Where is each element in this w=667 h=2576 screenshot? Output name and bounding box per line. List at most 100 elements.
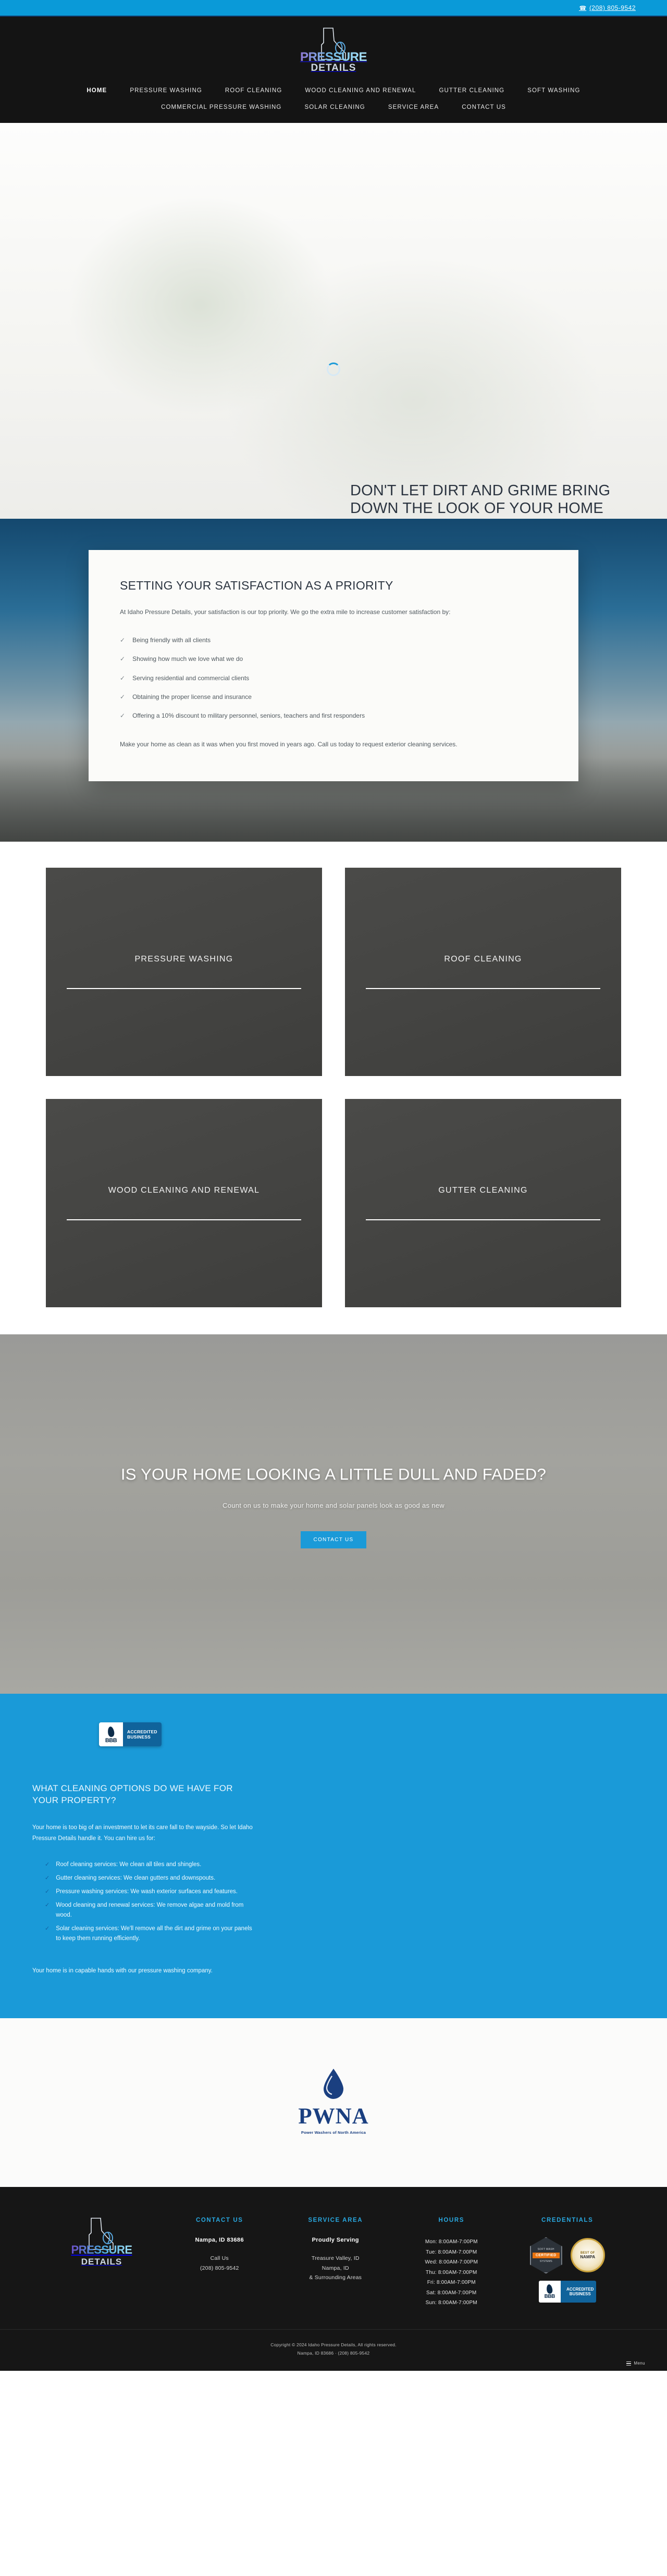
nav-item-service-area[interactable]: SERVICE AREA: [377, 99, 450, 116]
service-card-label: WOOD CLEANING AND RENEWAL: [108, 1186, 260, 1195]
service-card-roof-cleaning[interactable]: ROOF CLEANING: [345, 868, 621, 1076]
nav-item-contact-us[interactable]: CONTACT US: [450, 99, 517, 116]
footer-columns: PRESSURE DETAILS CONTACT US Nampa, ID 83…: [42, 2217, 625, 2329]
bbb-letters: BBB: [105, 1737, 117, 1744]
footer-location-line: Nampa, ID 83686 · (208) 805-9542: [297, 2350, 370, 2356]
pwna-wordmark: PWNA: [298, 2104, 369, 2129]
phone-icon: ☎: [578, 5, 586, 11]
bbb-accredited-business-badge[interactable]: BBB ACCREDITED BUSINESS: [538, 2281, 596, 2303]
water-drop-icon: [324, 2069, 343, 2099]
service-card-gutter-cleaning[interactable]: GUTTER CLEANING: [345, 1099, 621, 1307]
list-item: ✓ Being friendly with all clients: [120, 635, 547, 645]
loading-spinner-icon: [327, 362, 340, 376]
certified-badge-band-text: CERTIFIED: [532, 2252, 560, 2258]
nav-item-pressure-washing[interactable]: PRESSURE WASHING: [118, 82, 214, 99]
service-card-rule: [366, 1219, 600, 1220]
list-item: ✓ Gutter cleaning services: We clean gut…: [45, 1873, 256, 1883]
list-item: ✓ Serving residential and commercial cli…: [120, 673, 547, 683]
cta-subtitle: Count on us to make your home and solar …: [223, 1501, 444, 1509]
satisfaction-closing: Make your home as clean as it was when y…: [120, 741, 458, 748]
nav-item-home[interactable]: HOME: [75, 82, 118, 99]
cleaning-options-closing: Your home is in capable hands with our p…: [32, 1968, 213, 1974]
bbb-torch-icon: [546, 2284, 553, 2294]
satisfaction-intro: At Idaho Pressure Details, your satisfac…: [120, 608, 451, 616]
service-card-rule: [67, 1219, 301, 1220]
nav-item-commercial-pressure-washing[interactable]: COMMERCIAL PRESSURE WASHING: [150, 99, 293, 116]
credential-badges: SOFT WASH CERTIFIED SYSTEMS BEST OF NAMP…: [510, 2237, 626, 2303]
nav-item-gutter-cleaning[interactable]: GUTTER CLEANING: [427, 82, 516, 99]
list-item: ✓ Roof cleaning services: We clean all t…: [45, 1860, 256, 1870]
credential-badge-row: SOFT WASH CERTIFIED SYSTEMS BEST OF NAMP…: [529, 2237, 605, 2274]
footer-credentials-heading: CREDENTIALS: [541, 2217, 594, 2224]
cta-contact-us-button[interactable]: CONTACT US: [301, 1531, 366, 1548]
footer-service-area-heading: SERVICE AREA: [308, 2217, 363, 2224]
site-header: PRESSURE DETAILS HOME PRESSURE WASHING R…: [0, 17, 667, 123]
footer-logo[interactable]: PRESSURE DETAILS: [60, 2217, 143, 2267]
footer-proudly-serving-label: Proudly Serving: [312, 2237, 359, 2244]
footer-phone-link[interactable]: (208) 805-9542: [162, 2264, 278, 2273]
bbb-badge-text: ACCREDITED BUSINESS: [560, 2281, 596, 2303]
service-card-wood-cleaning-and-renewal[interactable]: WOOD CLEANING AND RENEWAL: [46, 1099, 322, 1307]
hero-section: DON'T LET DIRT AND GRIME BRING DOWN THE …: [0, 123, 667, 519]
nav-item-solar-cleaning[interactable]: SOLAR CLEANING: [293, 99, 376, 116]
footer-address: Nampa, ID 83686: [195, 2237, 244, 2244]
footer-logo-line-1: PRESSURE: [71, 2243, 132, 2257]
footer-call-label: Call Us: [210, 2255, 229, 2262]
footer-hours-row: Mon: 8:00AM-7:00PM: [425, 2239, 478, 2245]
satisfaction-list: ✓ Being friendly with all clients ✓ Show…: [120, 635, 547, 721]
bbb-badge-line1: ACCREDITED: [566, 2286, 594, 2292]
logo-line-2: DETAILS: [311, 62, 356, 73]
footer-contact-column: CONTACT US Nampa, ID 83686 Call Us (208)…: [162, 2217, 278, 2308]
bbb-badge-line1: ACCREDITED: [127, 1729, 157, 1734]
list-item-label: Solar cleaning services: We'll remove al…: [56, 1925, 252, 1942]
footer-bottom-bar: Copyright © 2024 Idaho Pressure Details,…: [0, 2329, 667, 2371]
bbb-mark: BBB: [538, 2281, 561, 2303]
cleaning-options-section: BBB ACCREDITED BUSINESS WHAT CLEANING OP…: [0, 1694, 667, 2019]
top-bar-phone-link[interactable]: ☎ (208) 805-9542: [579, 4, 636, 11]
cta-title: IS YOUR HOME LOOKING A LITTLE DULL AND F…: [120, 1465, 547, 1483]
nav-item-soft-washing[interactable]: SOFT WASHING: [516, 82, 591, 99]
site-logo-text: PRESSURE DETAILS: [300, 51, 367, 75]
bbb-badge-line2: BUSINESS: [127, 1734, 151, 1740]
footer-service-area-line: & Surrounding Areas: [309, 2274, 362, 2281]
footer-logo-line-2: DETAILS: [81, 2257, 122, 2267]
list-item-label: Pressure washing services: We wash exter…: [56, 1889, 238, 1895]
service-card-rule: [67, 988, 301, 989]
bbb-accredited-business-badge[interactable]: BBB ACCREDITED BUSINESS: [99, 1722, 162, 1746]
footer-menu-button[interactable]: Menu: [626, 2361, 645, 2366]
check-icon: ✓: [45, 1875, 50, 1882]
hero-content: DON'T LET DIRT AND GRIME BRING DOWN THE …: [350, 482, 621, 519]
footer-contact-heading: CONTACT US: [195, 2217, 243, 2224]
footer-hours-row: Sun: 8:00AM-7:00PM: [425, 2300, 477, 2306]
site-footer: PRESSURE DETAILS CONTACT US Nampa, ID 83…: [0, 2187, 667, 2371]
footer-hours-row: Tue: 8:00AM-7:00PM: [426, 2249, 477, 2255]
list-item-label: Wood cleaning and renewal services: We r…: [56, 1902, 244, 1919]
nav-item-wood-cleaning-and-renewal[interactable]: WOOD CLEANING AND RENEWAL: [293, 82, 427, 99]
service-card-rule: [366, 988, 600, 989]
list-item-label: Serving residential and commercial clien…: [132, 674, 250, 682]
cleaning-options-list: ✓ Roof cleaning services: We clean all t…: [45, 1860, 256, 1944]
cleaning-options-title: WHAT CLEANING OPTIONS DO WE HAVE FOR YOU…: [32, 1783, 233, 1805]
check-icon: ✓: [45, 1861, 50, 1868]
nav-item-roof-cleaning[interactable]: ROOF CLEANING: [214, 82, 294, 99]
site-logo[interactable]: PRESSURE DETAILS: [294, 27, 373, 75]
satisfaction-title: SETTING YOUR SATISFACTION AS A PRIORITY: [120, 579, 393, 592]
footer-hours-row: Thu: 8:00AM-7:00PM: [425, 2269, 477, 2275]
list-item: ✓ Obtaining the proper license and insur…: [120, 692, 547, 702]
check-icon: ✓: [45, 1902, 50, 1909]
service-card-label: PRESSURE WASHING: [134, 955, 233, 964]
list-item-label: Gutter cleaning services: We clean gutte…: [56, 1875, 216, 1882]
footer-hours-column: HOURS Mon: 8:00AM-7:00PM Tue: 8:00AM-7:0…: [393, 2217, 510, 2308]
service-card-pressure-washing[interactable]: PRESSURE WASHING: [46, 868, 322, 1076]
certified-badge-bottom-text: SYSTEMS: [539, 2259, 552, 2263]
footer-logo-column: PRESSURE DETAILS: [42, 2217, 162, 2308]
list-item: ✓ Solar cleaning services: We'll remove …: [45, 1924, 256, 1944]
best-of-award-badge: BEST OF NAMPA: [570, 2238, 605, 2273]
bbb-letters: BBB: [544, 2293, 555, 2299]
top-bar-phone-number: (208) 805-9542: [589, 4, 636, 11]
hamburger-menu-icon: [626, 2361, 632, 2366]
footer-service-area-column: SERVICE AREA Proudly Serving Treasure Va…: [278, 2217, 394, 2308]
check-icon: ✓: [45, 1925, 50, 1932]
list-item-label: Roof cleaning services: We clean all til…: [56, 1861, 202, 1868]
certified-badge-top-text: SOFT WASH: [537, 2247, 554, 2251]
